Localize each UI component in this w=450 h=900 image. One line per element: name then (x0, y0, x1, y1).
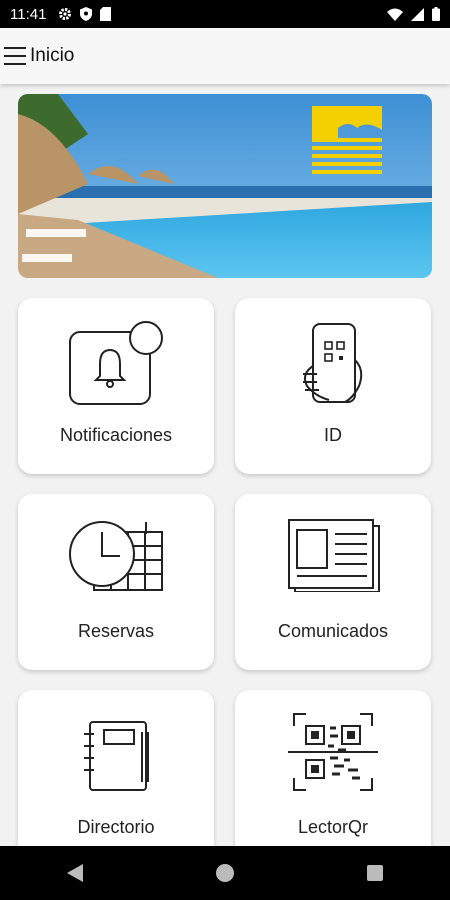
page-title: Inicio (30, 45, 75, 66)
shield-icon (80, 7, 93, 21)
tile-label: Directorio (77, 817, 155, 837)
tile-label: ID (324, 425, 342, 445)
qr-scanner-icon (288, 713, 378, 791)
tile-label: Reservas (77, 621, 155, 641)
phone-qr-hand-icon (303, 323, 363, 403)
status-bar: 11:41 (0, 0, 450, 28)
resort-banner-image (18, 94, 432, 278)
tile-label: Comunicados (277, 621, 389, 641)
battery-icon (432, 7, 440, 21)
app-bar: Inicio (0, 28, 450, 84)
settings-gear-icon (59, 8, 72, 20)
tile-label: Notificaciones (59, 425, 173, 445)
menu-icon[interactable] (4, 47, 26, 65)
notebook-icon (84, 721, 149, 791)
tile-comunicados[interactable]: Comunicados (235, 494, 431, 670)
recents-icon[interactable] (367, 865, 384, 881)
sd-card-icon (100, 7, 112, 21)
tile-label: LectorQr (297, 817, 369, 837)
resort-logo-icon (312, 106, 382, 174)
home-icon[interactable] (215, 864, 234, 882)
tile-id[interactable]: ID (235, 298, 431, 474)
home-content: Notificaciones ID Reservas Comunicados D… (0, 84, 450, 846)
tile-reservas[interactable]: Reservas (18, 494, 214, 670)
wifi-icon (387, 8, 403, 21)
tile-lectorqr[interactable]: LectorQr (235, 690, 431, 846)
newspaper-icon (288, 519, 380, 592)
bell-notification-icon (69, 321, 163, 405)
tile-directorio[interactable]: Directorio (18, 690, 214, 846)
tile-notificaciones[interactable]: Notificaciones (18, 298, 214, 474)
back-icon[interactable] (66, 864, 83, 882)
signal-icon (411, 7, 424, 21)
system-nav-bar (0, 846, 450, 900)
status-time: 11:41 (10, 5, 47, 23)
clock-calendar-icon (69, 521, 163, 591)
